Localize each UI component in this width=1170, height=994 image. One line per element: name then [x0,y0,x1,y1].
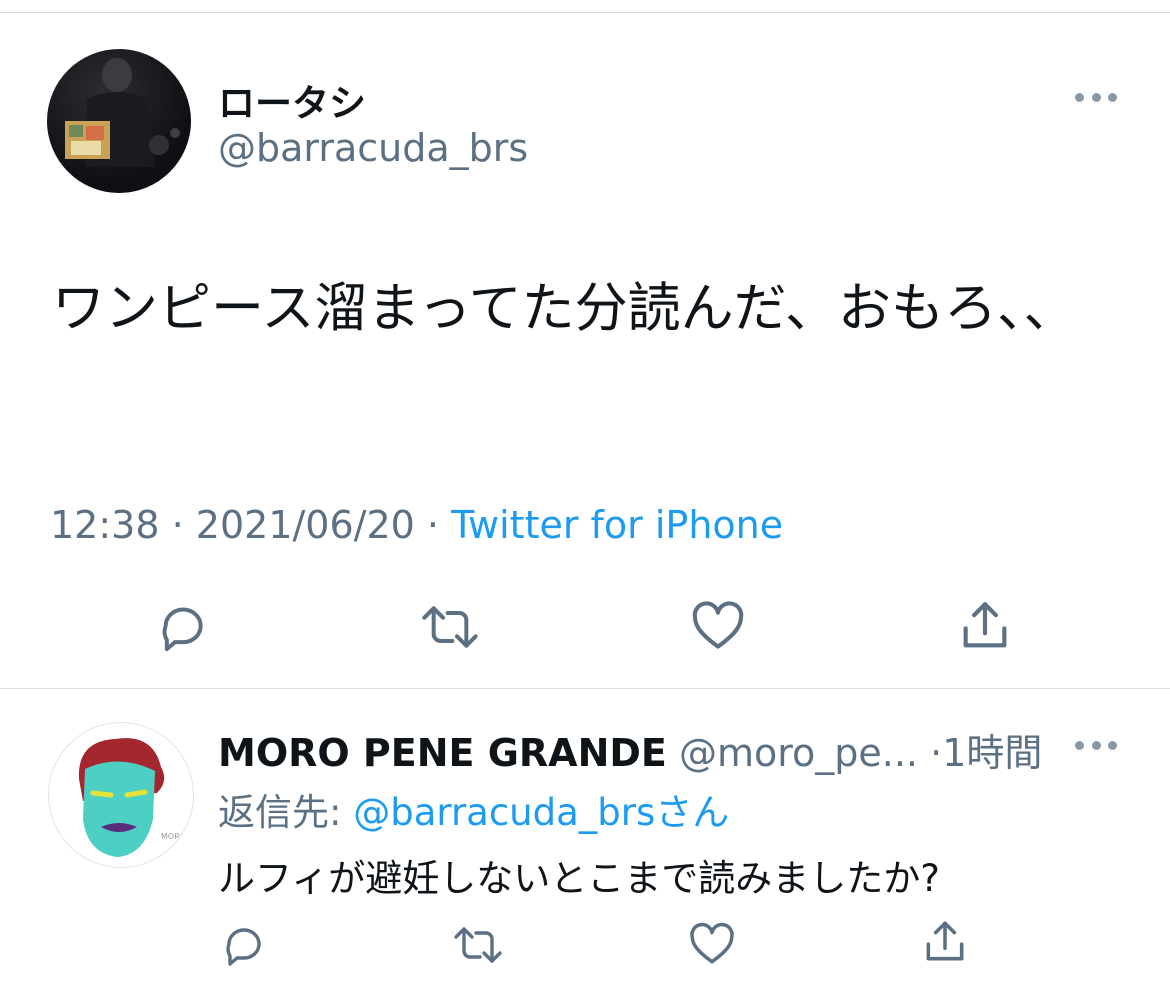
like-icon [690,922,734,964]
reply-share-button[interactable] [919,916,971,968]
meta-separator: · [426,503,440,547]
avatar-photo [65,58,180,167]
retweet-icon [422,606,478,648]
avatar[interactable] [47,49,191,193]
like-icon [692,601,744,649]
share-icon [963,602,1007,648]
tweet-source-link[interactable]: Twitter for iPhone [451,503,783,547]
meta-separator: · [171,503,184,547]
tweet-time: 12:38 [50,503,160,547]
tweet-date[interactable]: 2021/06/20 [196,503,415,547]
top-divider [0,12,1170,13]
tweet-metadata: 12:38 · 2021/06/20 · Twitter for iPhone [50,503,783,547]
tweet-text: ワンピース溜まってた分読んだ、おもろ、、 [52,278,1077,339]
reply-separator: · [930,731,943,775]
reply-reply-button[interactable] [218,920,268,970]
reply-like-button[interactable] [686,918,738,970]
reply-text: ルフィが避妊しないとこまで読みましたか? [218,857,940,900]
replying-label: 返信先: [218,791,354,834]
reply-divider [0,688,1170,689]
reply-button[interactable] [153,598,211,656]
reply-icon [162,607,203,652]
reply-handle[interactable]: @moro_pe... [679,731,918,775]
reply-retweet-button[interactable] [450,920,506,970]
display-name[interactable]: ロータシ [218,73,366,127]
reply-avatar[interactable]: MORO [48,722,194,868]
reply-header: MORO PENE GRANDE @moro_pe... ·1時間 [218,722,1042,777]
like-button[interactable] [688,596,748,656]
reply-icon [226,928,261,966]
retweet-icon [454,927,502,963]
reply-display-name[interactable]: MORO PENE GRANDE [218,731,667,775]
reply-more-options-icon[interactable] [1075,738,1117,752]
more-options-icon[interactable] [1075,90,1117,104]
handle[interactable]: @barracuda_brs [218,126,528,170]
retweet-button[interactable] [418,598,482,656]
replying-mention-link[interactable]: @barracuda_brs [353,791,655,834]
share-icon [926,921,964,961]
replying-suffix: さん [655,791,730,834]
share-button[interactable] [955,596,1015,656]
replying-to: 返信先: @barracuda_brsさん [218,782,729,836]
reply-avatar-illustration: MORO [78,738,186,857]
svg-text:MORO: MORO [161,832,186,841]
reply-time[interactable]: 1時間 [942,731,1042,775]
